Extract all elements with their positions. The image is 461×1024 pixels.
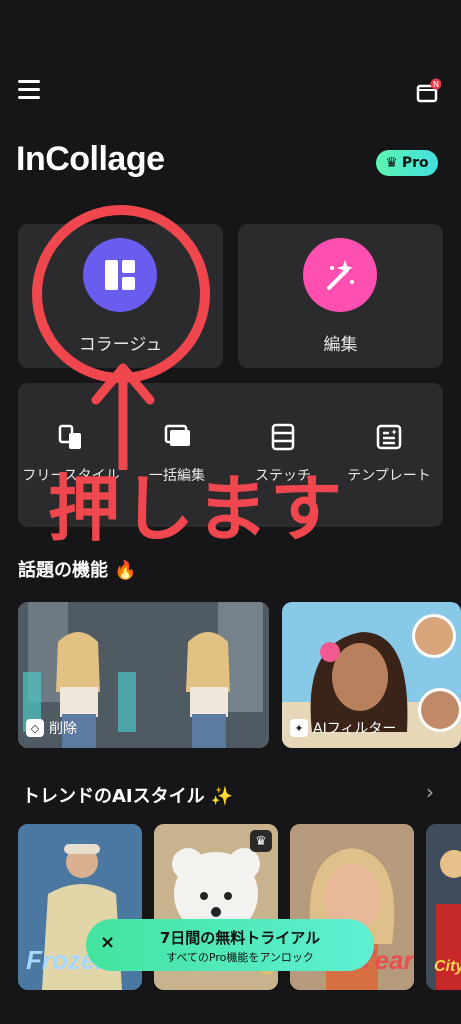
ai-filter-icon: ✦ (290, 719, 308, 737)
eraser-icon: ◇ (26, 719, 44, 737)
trial-subtitle: すべてのPro機能をアンロック (166, 951, 314, 964)
magic-wand-icon (303, 238, 377, 312)
annotation-circle (32, 205, 210, 383)
freestyle-icon (57, 423, 85, 451)
annotation-text: 押します (48, 467, 345, 551)
crown-icon: ♛ (250, 830, 272, 852)
app-logo: InCollage (16, 140, 165, 178)
ai-styles-title: トレンドのAIスタイル ✨ (22, 786, 234, 807)
crown-icon: ♛ (385, 155, 398, 171)
store-icon[interactable]: N (415, 78, 442, 104)
svg-text:N: N (433, 80, 439, 89)
style-card[interactable]: City (426, 824, 461, 990)
trial-title: 7日間の無料トライアル (159, 929, 321, 947)
edit-button[interactable]: 編集 (238, 224, 443, 368)
style-caption: City (434, 958, 461, 975)
chevron-right-icon[interactable]: › (426, 780, 434, 804)
template-icon (375, 423, 403, 451)
pro-badge[interactable]: ♛ Pro (376, 150, 438, 176)
trending-title: 話題の機能 🔥 (18, 560, 137, 581)
edit-label: 編集 (323, 335, 358, 355)
batch-edit-icon (163, 423, 191, 451)
feature-card-ai-filter[interactable]: ✦ AIフィルター (282, 602, 461, 748)
tool-template[interactable]: テンプレート (336, 423, 442, 485)
feature-card-remove[interactable]: ◇ 削除 (18, 602, 269, 748)
feature-tag: ✦ AIフィルター (290, 718, 396, 738)
tool-label: テンプレート (347, 468, 431, 484)
feature-tag: ◇ 削除 (26, 718, 77, 738)
hamburger-menu-icon[interactable] (18, 80, 40, 100)
stitch-icon (269, 423, 297, 451)
free-trial-banner[interactable]: × 7日間の無料トライアル すべてのPro機能をアンロック (86, 919, 374, 971)
